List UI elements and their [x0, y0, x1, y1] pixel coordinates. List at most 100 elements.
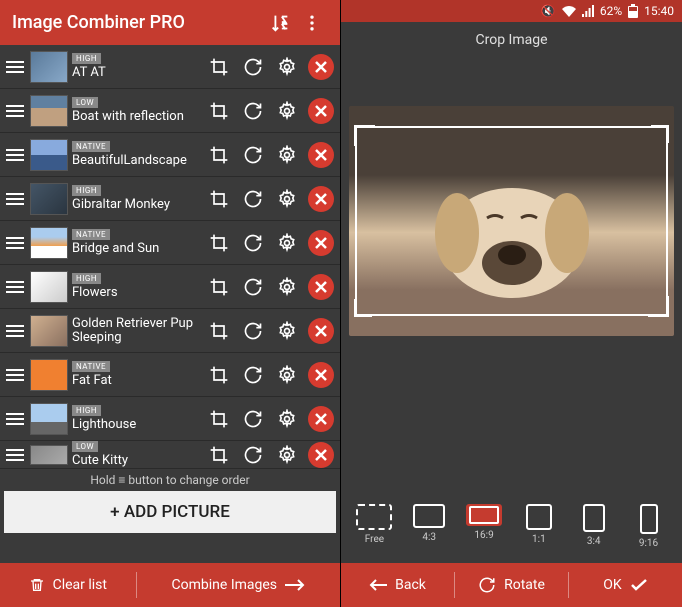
- add-picture-button[interactable]: + ADD PICTURE: [4, 491, 336, 533]
- crop-icon[interactable]: [204, 360, 234, 390]
- combine-images-button[interactable]: Combine Images: [137, 563, 340, 607]
- item-name: AT AT: [72, 66, 200, 80]
- settings-icon[interactable]: [272, 360, 302, 390]
- ratio-16-9[interactable]: 16:9: [460, 504, 508, 549]
- ratio-free[interactable]: Free: [350, 504, 398, 549]
- thumbnail[interactable]: [30, 227, 68, 259]
- rotate-icon[interactable]: [238, 404, 268, 434]
- thumbnail[interactable]: [30, 445, 68, 465]
- item-name: Golden Retriever Pup Sleeping: [72, 317, 200, 345]
- settings-icon[interactable]: [272, 272, 302, 302]
- ratio-1-1[interactable]: 1:1: [515, 504, 563, 549]
- quality-badge: HIGH: [72, 185, 101, 196]
- item-label: LOW Cute Kitty: [72, 441, 200, 468]
- settings-icon[interactable]: [272, 96, 302, 126]
- crop-frame[interactable]: [355, 126, 668, 316]
- settings-icon[interactable]: [272, 440, 302, 470]
- drag-handle-icon[interactable]: [4, 100, 26, 122]
- clock: 15:40: [644, 4, 674, 18]
- rotate-icon[interactable]: [238, 140, 268, 170]
- crop-icon[interactable]: [204, 404, 234, 434]
- crop-icon[interactable]: [204, 316, 234, 346]
- quality-badge: HIGH: [72, 405, 101, 416]
- status-bar: 🔇 62% 15:40: [341, 0, 682, 22]
- drag-handle-icon[interactable]: [4, 232, 26, 254]
- settings-icon[interactable]: [272, 184, 302, 214]
- delete-icon[interactable]: [308, 230, 334, 256]
- ratio-9-16[interactable]: 9:16: [625, 504, 673, 549]
- quality-badge: HIGH: [72, 53, 101, 64]
- crop-icon[interactable]: [204, 184, 234, 214]
- thumbnail[interactable]: [30, 359, 68, 391]
- quality-badge: HIGH: [72, 273, 101, 284]
- rotate-button[interactable]: Rotate: [455, 563, 568, 607]
- rotate-icon[interactable]: [238, 52, 268, 82]
- drag-handle-icon[interactable]: [4, 276, 26, 298]
- crop-handle-tr[interactable]: [651, 125, 669, 143]
- delete-icon[interactable]: [308, 142, 334, 168]
- crop-icon[interactable]: [204, 272, 234, 302]
- item-label: NATIVE Bridge and Sun: [72, 229, 200, 256]
- ratio-3-4[interactable]: 3:4: [570, 504, 618, 549]
- drag-handle-icon[interactable]: [4, 320, 26, 342]
- delete-icon[interactable]: [308, 318, 334, 344]
- aspect-ratio-bar: Free 4:3 16:9 1:1 3:4 9:16: [341, 496, 682, 557]
- item-label: LOW Boat with reflection: [72, 97, 200, 124]
- rotate-icon[interactable]: [238, 360, 268, 390]
- rotate-icon[interactable]: [238, 316, 268, 346]
- delete-icon[interactable]: [308, 406, 334, 432]
- drag-handle-icon[interactable]: [4, 144, 26, 166]
- settings-icon[interactable]: [272, 404, 302, 434]
- crop-icon[interactable]: [204, 96, 234, 126]
- crop-icon[interactable]: [204, 440, 234, 470]
- thumbnail[interactable]: [30, 139, 68, 171]
- rotate-icon[interactable]: [238, 272, 268, 302]
- delete-icon[interactable]: [308, 362, 334, 388]
- thumbnail[interactable]: [30, 183, 68, 215]
- ok-button[interactable]: OK: [569, 563, 682, 607]
- ratio-4-3[interactable]: 4:3: [405, 504, 453, 549]
- delete-icon[interactable]: [308, 186, 334, 212]
- drag-handle-icon[interactable]: [4, 444, 26, 466]
- drag-handle-icon[interactable]: [4, 408, 26, 430]
- thumbnail[interactable]: [30, 271, 68, 303]
- drag-handle-icon[interactable]: [4, 188, 26, 210]
- crop-icon[interactable]: [204, 228, 234, 258]
- delete-icon[interactable]: [308, 274, 334, 300]
- rotate-icon[interactable]: [238, 228, 268, 258]
- rotate-icon[interactable]: [238, 96, 268, 126]
- drag-handle-icon[interactable]: [4, 364, 26, 386]
- rotate-icon[interactable]: [238, 440, 268, 470]
- footer-left: Clear list Combine Images: [0, 563, 340, 607]
- settings-icon[interactable]: [272, 316, 302, 346]
- app-header: Image Combiner PRO: [0, 0, 340, 45]
- thumbnail[interactable]: [30, 95, 68, 127]
- item-name: Cute Kitty: [72, 454, 200, 468]
- quality-badge: NATIVE: [72, 141, 110, 152]
- drag-handle-icon[interactable]: [4, 56, 26, 78]
- back-button[interactable]: Back: [341, 563, 454, 607]
- settings-icon[interactable]: [272, 140, 302, 170]
- thumbnail[interactable]: [30, 315, 68, 347]
- thumbnail[interactable]: [30, 403, 68, 435]
- battery-icon: [628, 4, 638, 18]
- crop-icon[interactable]: [204, 140, 234, 170]
- crop-handle-bl[interactable]: [354, 299, 372, 317]
- thumbnail[interactable]: [30, 51, 68, 83]
- delete-icon[interactable]: [308, 54, 334, 80]
- ok-label: OK: [603, 577, 621, 593]
- rotate-icon[interactable]: [238, 184, 268, 214]
- delete-icon[interactable]: [308, 98, 334, 124]
- image-preview[interactable]: [349, 106, 674, 336]
- ratio-label: Free: [365, 534, 384, 545]
- item-label: NATIVE BeautifulLandscape: [72, 141, 200, 168]
- clear-list-button[interactable]: Clear list: [0, 563, 136, 607]
- ratio-label: 16:9: [474, 530, 493, 541]
- settings-icon[interactable]: [272, 52, 302, 82]
- settings-icon[interactable]: [272, 228, 302, 258]
- sort-az-icon[interactable]: [264, 7, 296, 39]
- delete-icon[interactable]: [308, 442, 334, 468]
- image-list: HIGH AT AT LOW Boat with reflection: [0, 45, 340, 469]
- overflow-menu-icon[interactable]: [296, 7, 328, 39]
- crop-icon[interactable]: [204, 52, 234, 82]
